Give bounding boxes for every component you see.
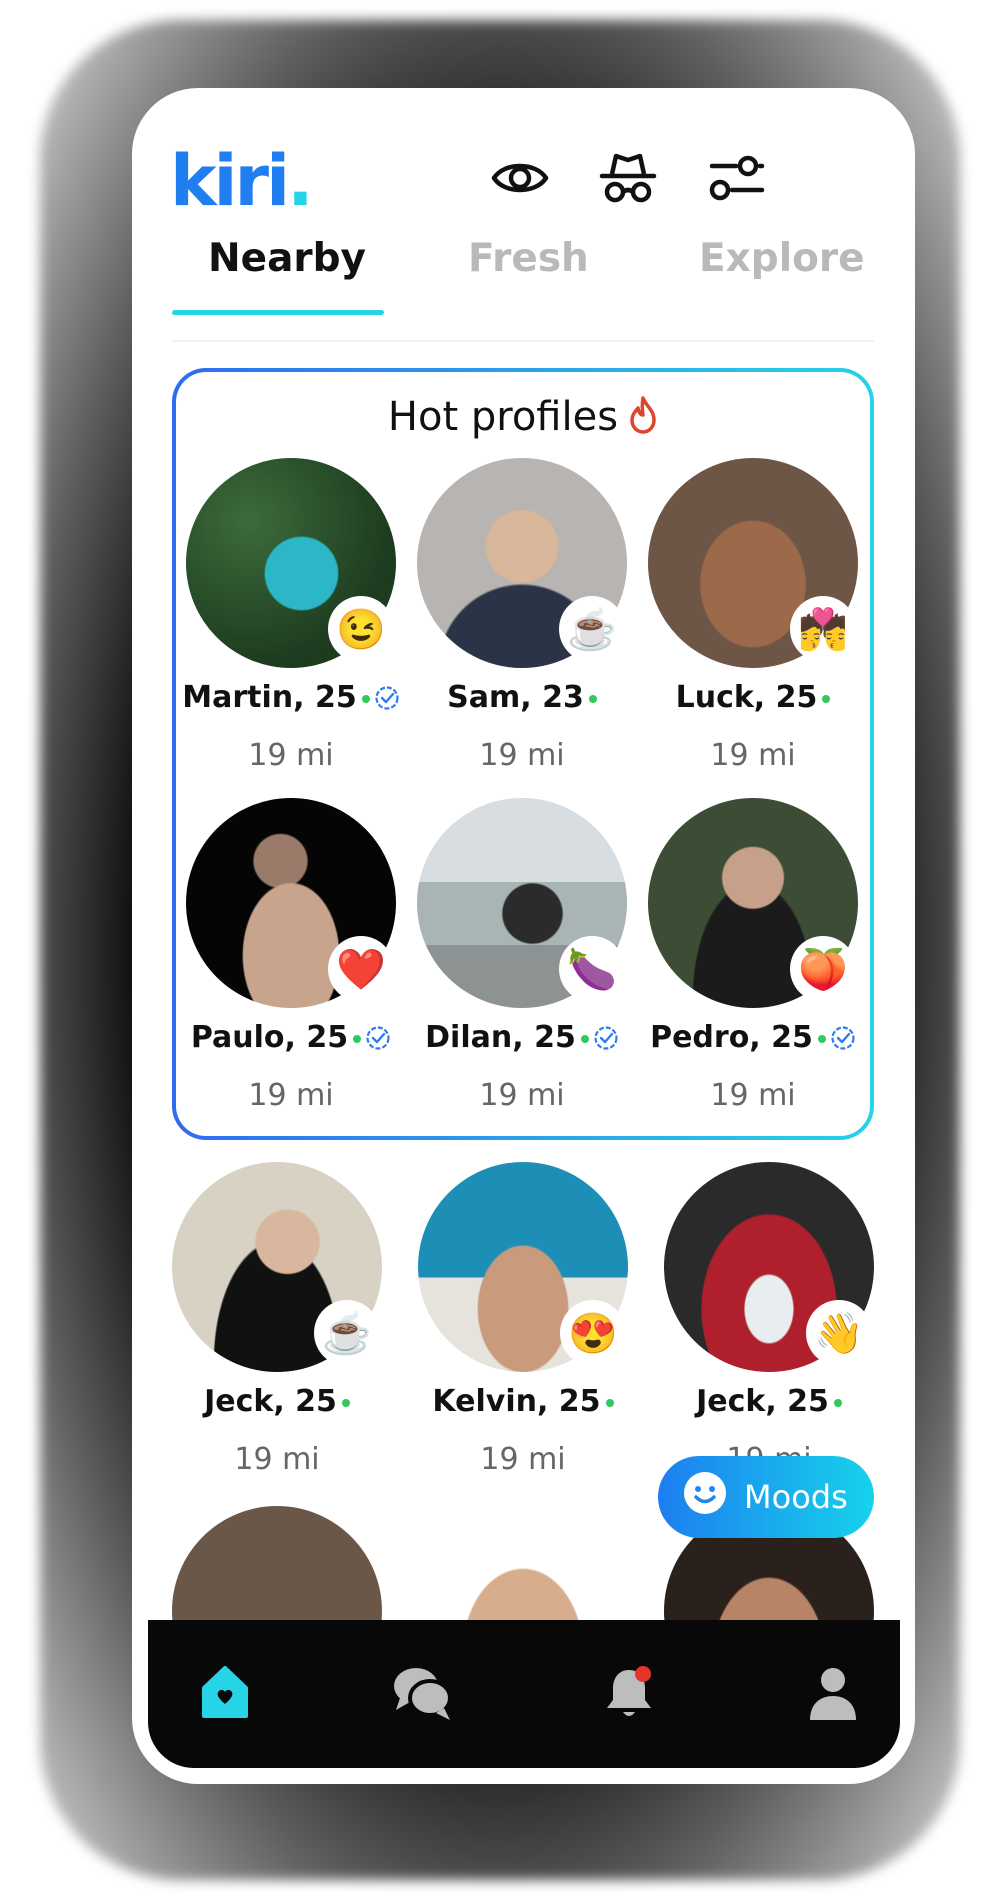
tab-bar: Nearby Fresh Explore (172, 236, 872, 326)
moods-label: Moods (744, 1478, 848, 1516)
profile-card[interactable] (418, 1506, 628, 1620)
bell-icon[interactable] (594, 1658, 664, 1728)
mood-badge: 😍 (560, 1300, 626, 1366)
filter-icon[interactable] (706, 148, 766, 208)
mood-badge: ☕ (559, 596, 625, 662)
active-tab-indicator (172, 310, 384, 315)
profile-distance: 19 mi (248, 738, 334, 773)
app-logo: kiri. (170, 140, 314, 222)
mood-badge: 😉 (328, 596, 394, 662)
online-indicator (353, 1035, 362, 1043)
profile-distance: 19 mi (234, 1442, 320, 1477)
chat-icon[interactable] (388, 1658, 458, 1728)
mood-badge: 🍆 (559, 936, 625, 1002)
profile-distance: 19 mi (710, 1078, 796, 1113)
tab-nearby[interactable]: Nearby (208, 236, 366, 281)
incognito-icon[interactable] (598, 148, 658, 208)
smiley-icon (682, 1470, 728, 1524)
profile-name: Paulo, 25 (166, 1020, 416, 1059)
mood-badge: ❤️ (328, 936, 394, 1002)
profile-name: Martin, 25 (166, 680, 416, 719)
notification-dot (635, 1666, 651, 1682)
profile-distance: 19 mi (480, 1442, 566, 1477)
mood-badge: 💏 (790, 596, 856, 662)
profile-name: Sam, 23 (397, 680, 647, 715)
verified-icon (593, 1024, 619, 1059)
online-indicator (580, 1035, 589, 1043)
profile-distance: 19 mi (479, 1078, 565, 1113)
header-divider (172, 340, 874, 342)
header: kiri. Nearby Fresh Explore (132, 88, 915, 338)
bottom-nav (148, 1620, 900, 1768)
verified-icon (365, 1024, 391, 1059)
profile-name: Pedro, 25 (628, 1020, 878, 1059)
phone-screen: kiri. Nearby Fresh Explore Hot profiles … (132, 88, 915, 1784)
mood-badge: 👋 (806, 1300, 872, 1366)
home-icon[interactable] (190, 1658, 260, 1728)
avatar[interactable] (172, 1506, 382, 1620)
verified-icon (374, 684, 400, 719)
online-indicator (361, 695, 370, 703)
profile-name: Jeck, 25 (644, 1384, 894, 1419)
hot-profiles-title: Hot profiles (176, 394, 870, 444)
profile-name: Luck, 25 (628, 680, 878, 715)
profile-name: Dilan, 25 (397, 1020, 647, 1059)
profile-icon[interactable] (798, 1658, 868, 1728)
profile-distance: 19 mi (479, 738, 565, 773)
online-indicator (341, 1399, 350, 1407)
online-indicator (822, 695, 831, 703)
hot-profiles-section: Hot profiles 😉 Martin, 25 19 mi ☕ Sam, 2… (172, 368, 874, 1140)
profile-distance: 19 mi (710, 738, 796, 773)
profile-card[interactable] (172, 1506, 382, 1620)
eye-icon[interactable] (490, 148, 550, 208)
verified-icon (830, 1024, 856, 1059)
online-indicator (817, 1035, 826, 1043)
profile-name: Jeck, 25 (152, 1384, 402, 1419)
online-indicator (833, 1399, 842, 1407)
mood-badge: 🍑 (790, 936, 856, 1002)
tab-fresh[interactable]: Fresh (468, 236, 589, 281)
avatar[interactable] (418, 1506, 628, 1620)
online-indicator (605, 1399, 614, 1407)
mood-badge: ☕ (314, 1300, 380, 1366)
moods-button[interactable]: Moods (658, 1456, 874, 1538)
tab-explore[interactable]: Explore (699, 236, 865, 281)
profile-distance: 19 mi (248, 1078, 334, 1113)
profile-name: Kelvin, 25 (398, 1384, 648, 1419)
online-indicator (588, 695, 597, 703)
flame-icon (628, 396, 658, 444)
